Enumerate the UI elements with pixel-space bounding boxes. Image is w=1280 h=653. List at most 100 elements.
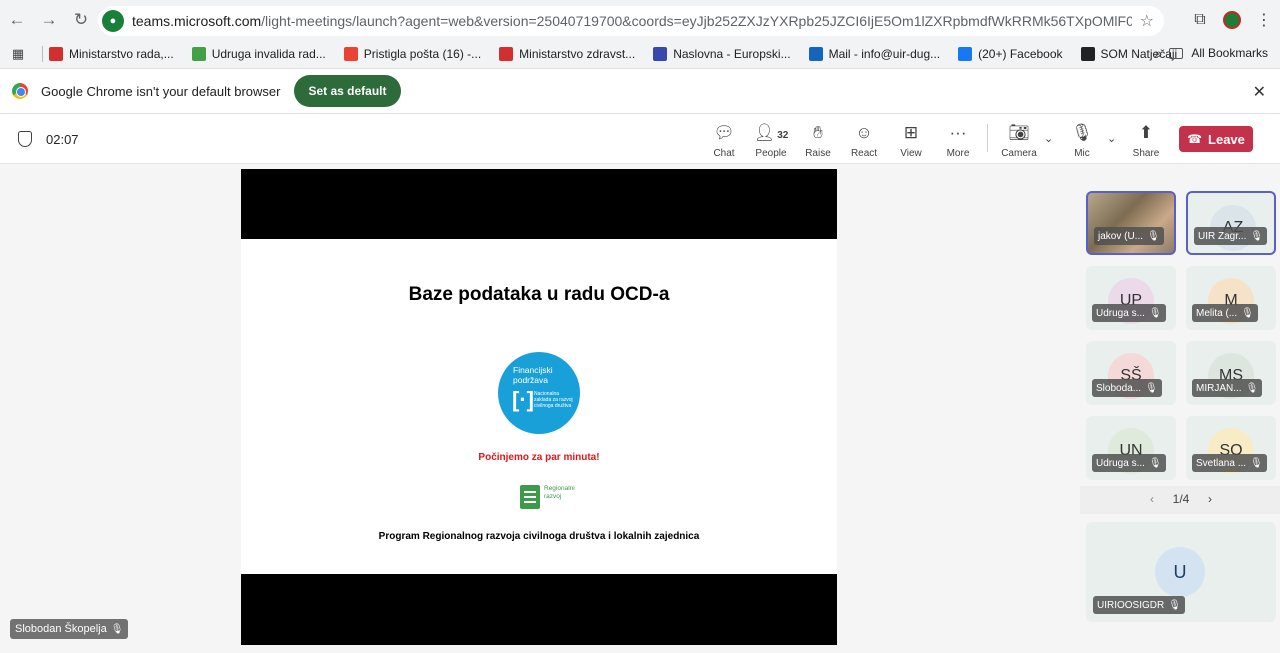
back-icon[interactable]: ← <box>2 5 32 35</box>
participant-tile[interactable]: UP Udruga s... 🎙︎ <box>1086 266 1176 330</box>
shared-screen: Baze podataka u radu OCD-a Financijski p… <box>241 169 837 645</box>
leave-button[interactable]: ☎ Leave <box>1179 126 1253 152</box>
participant-tile[interactable]: UN Udruga s... 🎙︎ <box>1086 416 1176 480</box>
profile-avatar[interactable] <box>1216 6 1248 34</box>
bookmark-favicon-icon <box>343 47 358 61</box>
apps-grid-icon[interactable]: ▦ <box>0 46 36 62</box>
mic-icon: 🎙︎ <box>1147 230 1160 242</box>
bookmark-label: Pristigla pošta (16) -... <box>363 47 482 61</box>
raise-label: Raise <box>805 148 831 159</box>
participant-name: Svetlana ... <box>1196 457 1247 469</box>
meeting-timer: 02:07 <box>46 132 79 147</box>
address-bar[interactable]: ● teams.microsoft.com/light-meetings/lau… <box>98 6 1164 36</box>
bookmark-item[interactable]: SOM Natječaji <box>1080 47 1178 61</box>
meeting-toolbar: 02:07 💬︎ Chat 👤︎ 32 People ✋︎ Raise ☺ Rea… <box>0 114 1280 164</box>
next-page-icon[interactable]: › <box>1208 492 1212 506</box>
gallery-pager: ‹ 1/4 › <box>1150 492 1212 506</box>
react-button[interactable]: ☺ React <box>842 122 886 159</box>
slide-title: Baze podataka u radu OCD-a <box>408 284 670 305</box>
mic-off-icon: 🎙︎ <box>1071 123 1093 142</box>
regional-development-icon <box>520 485 540 509</box>
bookmark-item[interactable]: Pristigla pošta (16) -... <box>343 47 482 61</box>
bookmark-separator <box>42 46 43 62</box>
mic-options-chevron-icon[interactable]: ⌄ <box>1107 132 1116 145</box>
participant-name: MIRJAN... <box>1196 382 1242 394</box>
participant-tile[interactable]: jakov (U... 🎙︎ <box>1086 191 1176 255</box>
bookmark-item[interactable]: Ministarstvo rada,... <box>49 47 174 61</box>
participant-tile[interactable]: M Melita (... 🎙︎ <box>1186 266 1276 330</box>
url-text[interactable]: teams.microsoft.com/light-meetings/launc… <box>132 13 1132 29</box>
bookmark-label: SOM Natječaji <box>1100 47 1178 61</box>
presenter-name: Slobodan Škopelja <box>15 623 107 635</box>
bookmark-item[interactable]: Udruga invalida rad... <box>191 47 326 61</box>
reload-icon[interactable]: ↻ <box>66 5 96 35</box>
more-label: More <box>946 148 970 159</box>
people-icon: 👤︎ 32 <box>753 123 789 142</box>
bookmark-item[interactable]: Mail - info@uir-dug... <box>808 47 941 61</box>
mic-muted-icon: 🎙︎ <box>1148 457 1162 469</box>
participant-name-tag: jakov (U... 🎙︎ <box>1094 227 1164 245</box>
grid-view-icon: ⊞ <box>903 123 919 142</box>
participant-tile[interactable]: AZUIR Zagr...🎙︎ <box>1186 191 1276 255</box>
bookmark-label: Mail - info@uir-dug... <box>828 47 941 61</box>
extensions-icon[interactable]: ⧉ <box>1184 6 1216 34</box>
mic-muted-icon: 🎙︎ <box>1168 599 1181 611</box>
logo-bracket: [·] <box>512 387 534 412</box>
default-browser-text: Google Chrome isn't your default browser <box>41 83 281 99</box>
bookmark-item[interactable]: Naslovna - Europski... <box>653 47 791 61</box>
participant-name-tag: Udruga s... 🎙︎ <box>1092 454 1166 472</box>
smiley-icon: ☺ <box>855 123 873 142</box>
participant-tile[interactable]: SŠ Sloboda... 🎙︎ <box>1086 341 1176 405</box>
previous-page-icon[interactable]: ‹ <box>1150 492 1154 506</box>
menu-kebab-icon[interactable]: ⋮ <box>1248 6 1280 34</box>
bookmark-favicon-icon <box>1080 47 1095 61</box>
bookmarks-bar: ▦ Ministarstvo rada,... Udruga invalida r… <box>0 40 1280 68</box>
bookmark-label: Udruga invalida rad... <box>211 47 326 61</box>
all-bookmarks-label: All Bookmarks <box>1191 46 1268 60</box>
bookmark-label: Naslovna - Europski... <box>673 47 791 61</box>
presentation-slide: Baze podataka u radu OCD-a Financijski p… <box>241 239 837 574</box>
bookmark-favicon-icon <box>191 47 206 61</box>
nzrcd-logo: Financijski podržava [·] Nacionalna zakl… <box>498 352 580 434</box>
hand-icon: ✋︎ <box>813 123 823 142</box>
react-label: React <box>850 148 878 159</box>
participant-name: Melita (... <box>1196 307 1238 319</box>
all-bookmarks-button[interactable]: All Bookmarks <box>1169 46 1268 60</box>
mic-button[interactable]: 🎙︎ Mic <box>1060 122 1104 159</box>
mic-muted-icon: 🎙︎ <box>1245 382 1259 394</box>
set-default-button[interactable]: Set as default <box>294 75 401 107</box>
people-count: 32 <box>777 130 789 141</box>
shield-icon[interactable] <box>18 131 32 147</box>
folder-icon <box>1169 47 1184 59</box>
forward-icon[interactable]: → <box>34 5 64 35</box>
participant-name-tag: Udruga s... 🎙︎ <box>1092 304 1166 322</box>
regional-development-label: Regionalni razvoj <box>544 485 575 500</box>
participant-name-tag: UIR Zagr... 🎙︎ <box>1194 227 1268 245</box>
site-settings-icon[interactable]: ● <box>102 10 124 32</box>
more-bookmarks-button[interactable]: » <box>1154 45 1162 61</box>
default-browser-infobar: Google Chrome isn't your default browser… <box>0 68 1280 114</box>
raise-hand-button[interactable]: ✋︎ Raise <box>796 122 840 159</box>
bookmark-item[interactable]: Ministarstvo zdravst... <box>499 47 635 61</box>
chat-button[interactable]: 💬︎ Chat <box>702 122 746 159</box>
camera-button[interactable]: 📷︎ Camera <box>997 122 1041 159</box>
camera-options-chevron-icon[interactable]: ⌄ <box>1044 132 1053 145</box>
share-button[interactable]: ⬆︎ Share <box>1124 122 1168 159</box>
mic-label: Mic <box>1074 148 1090 159</box>
bookmark-item[interactable]: (20+) Facebook <box>958 47 1063 61</box>
participant-tile[interactable]: MS MIRJAN... 🎙︎ <box>1186 341 1276 405</box>
close-icon[interactable]: ✕ <box>1253 82 1266 102</box>
bookmark-star-icon[interactable]: ☆ <box>1140 11 1154 31</box>
camera-off-icon: 📷︎ <box>1008 123 1030 142</box>
more-button[interactable]: ··· More <box>936 122 980 159</box>
bookmark-label: Ministarstvo zdravst... <box>519 47 636 61</box>
participant-name-tag: Melita (... 🎙︎ <box>1192 304 1258 322</box>
participant-tile[interactable]: SO Svetlana ... 🎙︎ <box>1186 416 1276 480</box>
view-label: View <box>900 148 922 159</box>
participant-name: UIRIOOSIGDR <box>1097 599 1165 611</box>
participant-tile-large[interactable]: U UIRIOOSIGDR 🎙︎ <box>1086 522 1276 622</box>
participant-name: UIR Zagr... <box>1198 230 1247 242</box>
camera-label: Camera <box>1001 148 1037 159</box>
view-button[interactable]: ⊞ View <box>889 122 933 159</box>
people-button[interactable]: 👤︎ 32 People <box>749 122 793 159</box>
